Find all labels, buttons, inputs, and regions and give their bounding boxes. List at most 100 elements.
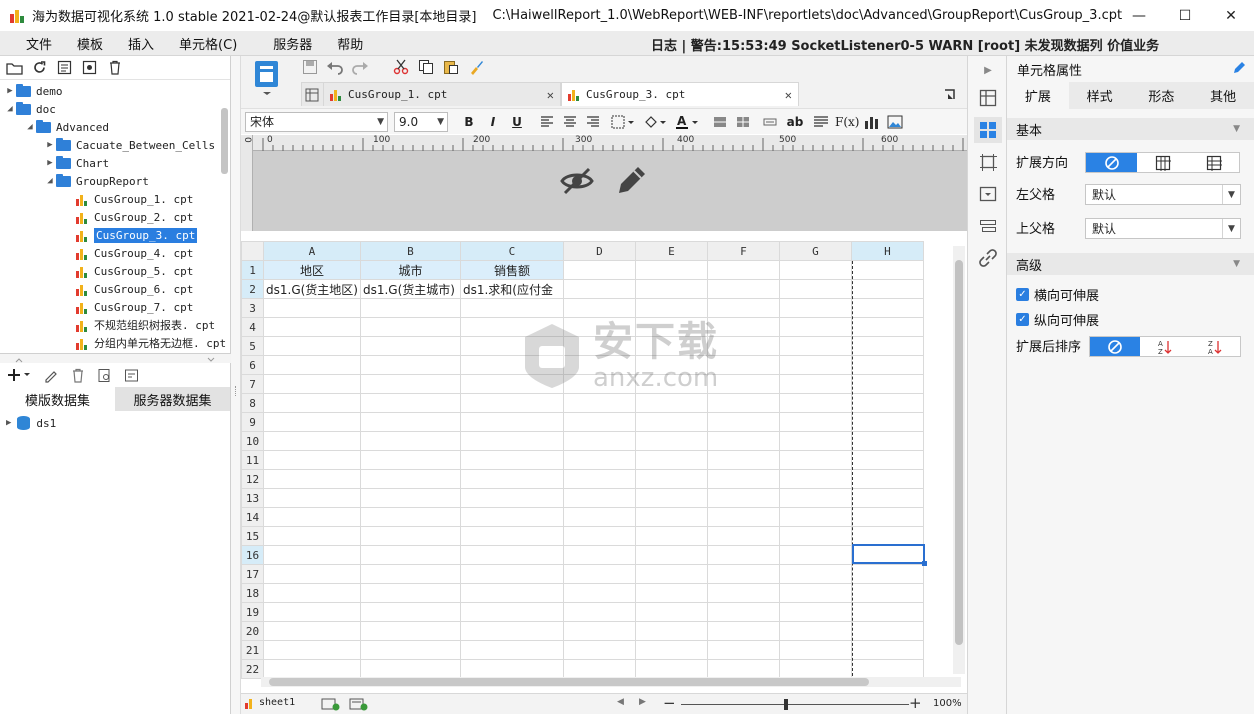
sheet-cell[interactable] [850,374,924,394]
tree-folder[interactable]: ▶ Cacuate_Between_Cells [44,136,215,154]
scroll-left-icon[interactable]: ◀ [617,697,624,707]
row-header[interactable]: 9 [241,412,264,432]
sheet-cell[interactable] [778,317,852,337]
sheet-cell[interactable] [706,393,780,413]
expand-arrow-icon[interactable]: ▶ [44,140,56,150]
sheet-cell[interactable] [562,507,636,527]
underline-icon[interactable]: U [508,115,526,129]
cell-attribute-icon[interactable] [978,88,998,108]
column-header[interactable]: D [562,241,636,261]
row-header[interactable]: 5 [241,336,264,356]
tree-file[interactable]: CusGroup_7. cpt [64,298,193,316]
sheet-cell[interactable] [778,583,852,603]
section-basic[interactable]: 基本 ▼ [1007,118,1254,140]
add-sheet-icon[interactable] [321,697,341,714]
copy-icon[interactable] [417,59,434,76]
sheet-cell[interactable] [263,336,361,356]
checkbox-checked-icon[interactable]: ✓ [1016,288,1029,301]
edit-pencil-icon[interactable] [613,163,649,199]
horizontal-expand-icon[interactable] [1188,153,1239,172]
expand-arrow-icon[interactable]: ▶ [44,158,56,168]
edit-pen-icon[interactable] [1232,61,1246,79]
sheet-cell[interactable] [459,621,564,641]
sheet-cell[interactable] [634,469,708,489]
save-icon[interactable] [301,59,318,76]
column-header[interactable]: F [706,241,780,261]
sheet-cell[interactable] [459,564,564,584]
add-poly-sheet-icon[interactable] [349,697,369,714]
sheet-cell[interactable] [706,260,780,280]
row-header[interactable]: 16 [241,545,264,565]
tree-folder[interactable]: ▶ Chart [44,154,109,172]
sheet-cell[interactable] [562,355,636,375]
sheet-cell[interactable] [634,336,708,356]
tab-menu-icon[interactable] [941,85,958,102]
sheet-cell[interactable] [850,564,924,584]
sheet-cell[interactable] [263,583,361,603]
scrollbar-thumb[interactable] [269,678,869,686]
font-family-select[interactable]: 宋体 ▼ [245,111,388,132]
bold-icon[interactable]: B [460,115,478,129]
sheet-cell[interactable] [850,279,924,299]
sheet-cell[interactable]: 城市 [359,260,461,280]
sheet-cell[interactable] [850,336,924,356]
sheet-cell[interactable] [850,469,924,489]
row-header[interactable]: 8 [241,393,264,413]
row-header[interactable]: 14 [241,507,264,527]
tab-cusgroup-3[interactable]: CusGroup_3. cpt ✕ [561,82,799,106]
sheet-cell[interactable] [778,260,852,280]
expand-arrow-icon[interactable]: ▶ [4,86,16,96]
menu-file[interactable]: 文件 [14,34,64,53]
undo-icon[interactable] [326,59,343,76]
sheet-cell[interactable] [562,393,636,413]
formula-icon[interactable]: F(x) [835,115,859,129]
tab-other[interactable]: 其他 [1192,82,1254,109]
menu-cell[interactable]: 单元格(C) [167,34,249,53]
zoom-out-icon[interactable]: − [663,694,676,712]
sheet-cell[interactable] [634,298,708,318]
sort-descending-icon[interactable]: ZA [1190,337,1240,356]
left-parent-select[interactable]: 默认 ▼ [1085,184,1241,205]
collapse-caret-icon[interactable]: ▼ [1233,124,1240,134]
sheet-cell[interactable] [459,602,564,622]
sheet-tab[interactable]: sheet1 [245,696,295,709]
settings-gear-icon[interactable] [81,59,98,76]
sheet-cell[interactable] [706,659,780,679]
sheet-cell[interactable] [850,298,924,318]
menu-help[interactable]: 帮助 [325,34,375,53]
sheet-cell[interactable] [359,583,461,603]
log-status[interactable]: 日志 | 警告:15:53:49 SocketListener0-5 WARN … [651,35,1159,54]
collapse-panel-icon[interactable]: ▶ [978,60,998,80]
sheet-cell[interactable] [634,507,708,527]
sheet-cell[interactable] [359,355,461,375]
sheet-cell[interactable] [778,545,852,565]
sheet-cell[interactable] [778,507,852,527]
sheet-cell[interactable] [706,317,780,337]
insert-row-icon[interactable] [761,113,778,130]
tab-form[interactable]: 形态 [1131,82,1193,109]
sheet-cell[interactable] [562,450,636,470]
select-all-corner[interactable] [241,241,264,261]
sheet-cell[interactable] [359,526,461,546]
tree-file[interactable]: 分组内单元格无边框. cpt [64,334,226,352]
sheet-cell[interactable] [263,317,361,337]
row-header[interactable]: 12 [241,469,264,489]
sheet-cell[interactable] [850,526,924,546]
sheet-cell[interactable] [706,298,780,318]
sheet-cell[interactable] [778,355,852,375]
sheet-cell[interactable] [359,602,461,622]
dataset-params-icon[interactable] [123,367,140,384]
menu-insert[interactable]: 插入 [116,34,166,53]
row-header[interactable]: 4 [241,317,264,337]
sheet-cell[interactable] [359,450,461,470]
row-header[interactable]: 19 [241,602,264,622]
sheet-cell[interactable] [459,526,564,546]
sheet-cell[interactable] [459,298,564,318]
image-insert-icon[interactable] [886,113,903,130]
new-report-icon[interactable] [254,60,280,96]
sheet-cell[interactable] [778,488,852,508]
sheet-cell[interactable] [778,336,852,356]
sheet-cell[interactable] [706,583,780,603]
h-expand-checkbox-row[interactable]: ✓ 横向可伸展 [1016,285,1099,304]
sheet-cell[interactable] [778,412,852,432]
